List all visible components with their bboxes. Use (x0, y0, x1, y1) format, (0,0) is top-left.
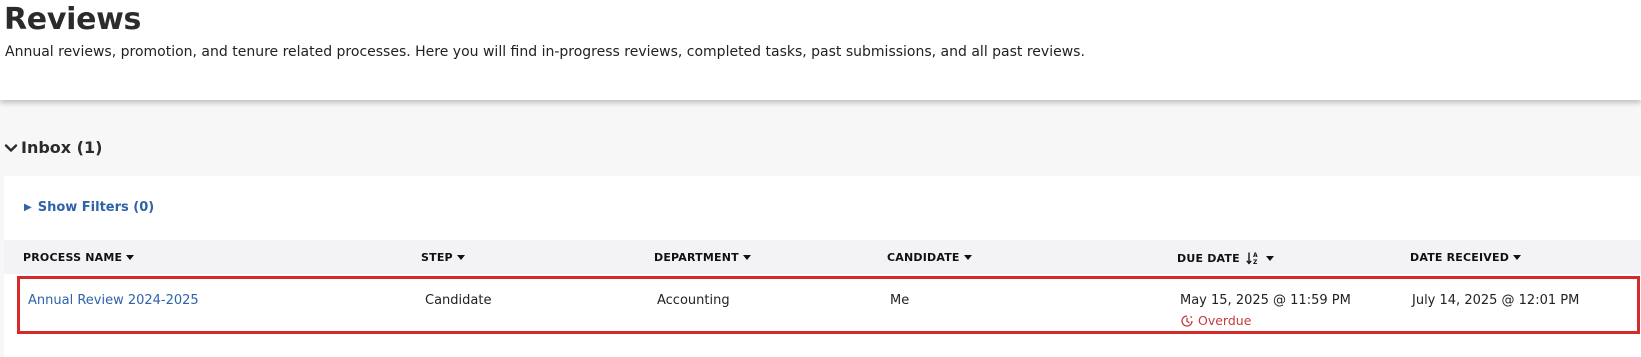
inbox-section-title: Inbox (1) (21, 138, 103, 157)
process-name-link[interactable]: Annual Review 2024-2025 (28, 293, 199, 308)
table-header: PROCESS NAME STEP DEPARTMENT CANDIDATE D… (4, 240, 1641, 274)
clock-alert-icon (1181, 314, 1193, 327)
page-description: Annual reviews, promotion, and tenure re… (5, 44, 1085, 60)
column-header-due-date[interactable]: DUE DATE A Z (1177, 251, 1274, 265)
caret-down-icon (456, 255, 465, 260)
column-header-date-received[interactable]: DATE RECEIVED (1410, 251, 1522, 264)
column-header-candidate[interactable]: CANDIDATE (887, 251, 972, 264)
caret-down-icon (963, 255, 972, 260)
caret-down-icon (1265, 255, 1274, 261)
column-header-step[interactable]: STEP (421, 251, 465, 264)
column-header-process-name[interactable]: PROCESS NAME (23, 251, 135, 264)
svg-text:A: A (1253, 252, 1258, 259)
sort-ascending-icon[interactable]: A Z (1246, 251, 1260, 265)
inbox-panel: ▶ Show Filters (0) PROCESS NAME STEP DEP… (4, 176, 1641, 357)
column-header-department[interactable]: DEPARTMENT (654, 251, 751, 264)
overdue-label: Overdue (1198, 313, 1252, 328)
caret-down-icon (126, 255, 135, 260)
inbox-section-toggle[interactable]: Inbox (1) (4, 138, 102, 157)
chevron-down-icon (4, 143, 18, 152)
page-header: Reviews Annual reviews, promotion, and t… (0, 0, 1641, 100)
candidate-cell: Me (890, 293, 910, 308)
main-content: Inbox (1) ▶ Show Filters (0) PROCESS NAM… (0, 100, 1641, 357)
caret-down-icon (742, 255, 751, 260)
page-title: Reviews (4, 2, 142, 37)
department-cell: Accounting (657, 293, 730, 308)
table-row: Annual Review 2024-2025 Candidate Accoun… (17, 276, 1640, 334)
caret-down-icon (1513, 255, 1522, 260)
show-filters-label: Show Filters (0) (37, 200, 155, 215)
date-received-cell: July 14, 2025 @ 12:01 PM (1412, 293, 1580, 308)
show-filters-toggle[interactable]: ▶ Show Filters (0) (24, 200, 154, 215)
svg-text:Z: Z (1253, 259, 1258, 265)
due-date-cell: May 15, 2025 @ 11:59 PM (1180, 293, 1351, 308)
caret-right-icon: ▶ (24, 202, 32, 213)
step-cell: Candidate (425, 293, 492, 308)
overdue-status: Overdue (1180, 313, 1251, 328)
